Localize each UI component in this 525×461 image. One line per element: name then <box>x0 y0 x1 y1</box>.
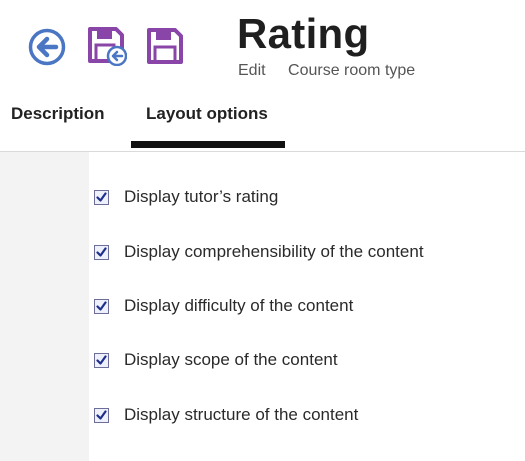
back-arrow-icon[interactable] <box>28 28 66 66</box>
page-title: Rating <box>237 10 370 57</box>
option-tutor-rating[interactable]: Display tutor’s rating <box>94 185 278 209</box>
option-label: Display scope of the content <box>124 350 338 369</box>
checkmark-icon <box>96 300 107 311</box>
active-tab-indicator <box>131 141 285 148</box>
option-difficulty[interactable]: Display difficulty of the content <box>94 294 353 318</box>
save-and-close-icon[interactable] <box>87 26 127 66</box>
comprehensibility-checkbox[interactable] <box>94 244 109 260</box>
checkmark-icon <box>96 409 107 420</box>
option-label: Display comprehensibility of the content <box>124 242 424 261</box>
option-structure[interactable]: Display structure of the content <box>94 403 358 427</box>
tutor-rating-checkbox[interactable] <box>94 189 109 205</box>
structure-checkbox[interactable] <box>94 407 109 423</box>
option-label: Display structure of the content <box>124 405 359 424</box>
breadcrumb-edit[interactable]: Edit <box>238 62 266 79</box>
header: Rating Edit Course room type Description… <box>0 0 525 152</box>
breadcrumb-course-room-type[interactable]: Course room type <box>288 62 415 79</box>
option-scope[interactable]: Display scope of the content <box>94 348 338 372</box>
option-label: Display difficulty of the content <box>124 296 354 315</box>
save-icon[interactable] <box>146 27 184 65</box>
option-comprehensibility[interactable]: Display comprehensibility of the content <box>94 240 424 264</box>
breadcrumb: Edit Course room type <box>238 62 415 80</box>
scope-checkbox[interactable] <box>94 352 109 368</box>
left-gutter <box>0 152 89 461</box>
tab-description[interactable]: Description <box>11 104 105 124</box>
tab-layout-options[interactable]: Layout options <box>146 104 268 124</box>
checkmark-icon <box>96 354 107 365</box>
checkmark-icon <box>96 191 107 202</box>
checkmark-icon <box>96 246 107 257</box>
option-label: Display tutor’s rating <box>124 187 279 206</box>
difficulty-checkbox[interactable] <box>94 298 109 314</box>
